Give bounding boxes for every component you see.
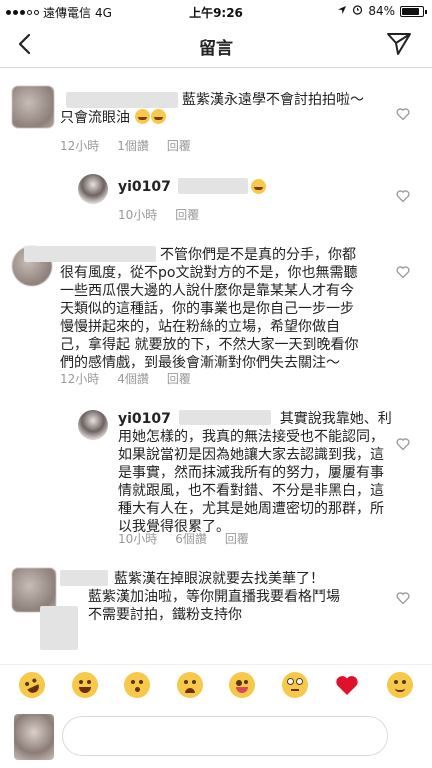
comment-username[interactable]: yi0107	[118, 411, 171, 427]
comment-time: 12小時	[60, 139, 100, 153]
comment-3: 不管你們是不是真的分手，你都 很有風度，從不po文說對方的不是，你也無需聽 一些…	[0, 238, 432, 388]
page-title: 留言	[199, 39, 233, 59]
heart-outline-icon	[396, 438, 410, 451]
header: 留言	[0, 22, 432, 68]
eye-roll-emoji[interactable]	[281, 671, 308, 698]
share-button[interactable]	[386, 31, 412, 57]
comment-text-line1: 藍紫漢永遠學不會討拍拍啦～	[182, 92, 364, 108]
smile-emoji[interactable]	[386, 671, 413, 698]
comment-5: 藍紫漢在掉眼淚就要去找美華了！ 藍紫漢加油啦，等你開直播我要看格鬥場 不需要討拍…	[0, 564, 432, 660]
heart-outline-icon	[396, 108, 410, 121]
red-heart-emoji[interactable]	[334, 672, 360, 698]
my-avatar	[14, 714, 54, 760]
crying-emoji[interactable]	[176, 671, 203, 698]
comment-line: 如果說當初是因為她讓大家去認識到我，這	[118, 447, 384, 463]
redacted-username	[66, 92, 178, 108]
comment-text-line2: 只會流眼油	[60, 109, 167, 127]
comment-input-bar	[0, 704, 432, 768]
laughing-tears-emoji	[151, 109, 167, 124]
avatar[interactable]	[78, 410, 108, 440]
likes-count[interactable]: 1個讚	[117, 137, 149, 154]
comment-text: 藍紫漢在掉眼淚就要去找美華了！ 藍紫漢加油啦，等你開直播我要看格鬥場 不需要討拍…	[60, 570, 390, 624]
avatar[interactable]	[12, 86, 54, 128]
laughing-tears-emoji	[251, 179, 266, 194]
status-bar: 遠傳電信 4G 上午9:26 84%	[0, 0, 432, 22]
comment-line: 天類似的這種話，你的事業也是你自己一步一步	[60, 301, 354, 317]
likes-count[interactable]: 4個讚	[117, 370, 149, 387]
comment-meta: 12小時 1個讚 回覆	[60, 137, 191, 154]
likes-count[interactable]: 6個讚	[175, 530, 207, 547]
redacted-text	[179, 410, 272, 425]
comment-line: 很有風度，從不po文說對方的不是，你也無需聽	[60, 265, 358, 281]
comment-line: 情就跟風，也不看對錯、不分是非黑白，這	[118, 483, 384, 499]
comment-line: 不需要討拍，鐵粉支持你	[88, 607, 242, 623]
comment-line: 不管你們是不是真的分手，你都	[160, 247, 356, 263]
like-button[interactable]	[396, 436, 410, 451]
comment-2-reply: yi0107 10小時 回覆	[0, 170, 432, 228]
heart-outline-icon	[396, 592, 410, 605]
comment-4-reply: yi0107 其實說我靠她、利 用她怎樣的，我真的無法接受也不能認同， 如果說當…	[0, 406, 432, 546]
comment-line: 慢慢拼起來的，站在粉絲的立場，希望你做自	[60, 319, 340, 335]
comment-text: yi0107 其實說我靠她、利 用她怎樣的，我真的無法接受也不能認同， 如果說當…	[118, 410, 392, 536]
redacted-text	[178, 178, 248, 194]
comment-line: 用她怎樣的，我真的無法接受也不能認同，	[118, 429, 384, 445]
comment-meta: 10小時 6個讚 回覆	[118, 530, 249, 547]
comment-time: 10小時	[118, 532, 158, 546]
comment-line: 一些西瓜偎大邊的人說什麼你是靠某某人才有今	[60, 283, 354, 299]
rofl-emoji[interactable]	[14, 667, 50, 702]
comment-text: 不管你們是不是真的分手，你都 很有風度，從不po文說對方的不是，你也無需聽 一些…	[60, 246, 390, 372]
avatar[interactable]	[78, 174, 108, 204]
paper-plane-icon	[387, 33, 411, 55]
reply-button[interactable]: 回覆	[175, 206, 199, 223]
emoji-quick-bar	[0, 664, 432, 704]
comment-input[interactable]	[62, 716, 388, 756]
comment-time: 10小時	[118, 208, 158, 222]
battery-icon	[400, 5, 427, 17]
comment-line: 藍紫漢加油啦，等你開直播我要看格鬥場	[88, 589, 340, 605]
comment-time: 12小時	[60, 372, 100, 386]
reply-button[interactable]: 回覆	[225, 530, 249, 547]
battery-percent: 84%	[368, 4, 395, 18]
location-icon	[337, 4, 347, 18]
reply-button[interactable]: 回覆	[167, 370, 191, 387]
comment-meta: 10小時 回覆	[118, 206, 199, 223]
comment-text: 只會流眼油	[60, 110, 130, 126]
like-button[interactable]	[396, 264, 410, 279]
like-button[interactable]	[396, 106, 410, 121]
reply-button[interactable]: 回覆	[167, 137, 191, 154]
comment-username[interactable]: yi0107	[118, 178, 171, 196]
kiss-emoji[interactable]	[124, 671, 151, 698]
like-button[interactable]	[396, 188, 410, 203]
comment-line: 己，拿得起 就要放的下，不然大家一天到晚看你	[60, 337, 359, 353]
zany-emoji[interactable]	[229, 671, 256, 698]
like-button[interactable]	[396, 590, 410, 605]
comment-line: 是事實，然而抹滅我所有的努力，屢屢有事	[118, 465, 384, 481]
comment-line: 種大有人在，尤其是她周遭密切的那群，所	[118, 501, 384, 517]
status-right: 84%	[337, 4, 427, 18]
heart-outline-icon	[396, 190, 410, 203]
comment-1: 藍紫漢永遠學不會討拍拍啦～ 只會流眼油 12小時 1個讚 回覆	[0, 78, 432, 153]
comment-line: 藍紫漢在掉眼淚就要去找美華了！	[114, 571, 324, 587]
comment-line: 其實說我靠她、利	[279, 411, 392, 427]
laughing-tears-emoji	[135, 109, 151, 124]
alarm-icon	[352, 4, 363, 18]
laughing-tears-emoji[interactable]	[71, 671, 98, 698]
comment-meta: 12小時 4個讚 回覆	[60, 370, 191, 387]
heart-outline-icon	[396, 266, 410, 279]
